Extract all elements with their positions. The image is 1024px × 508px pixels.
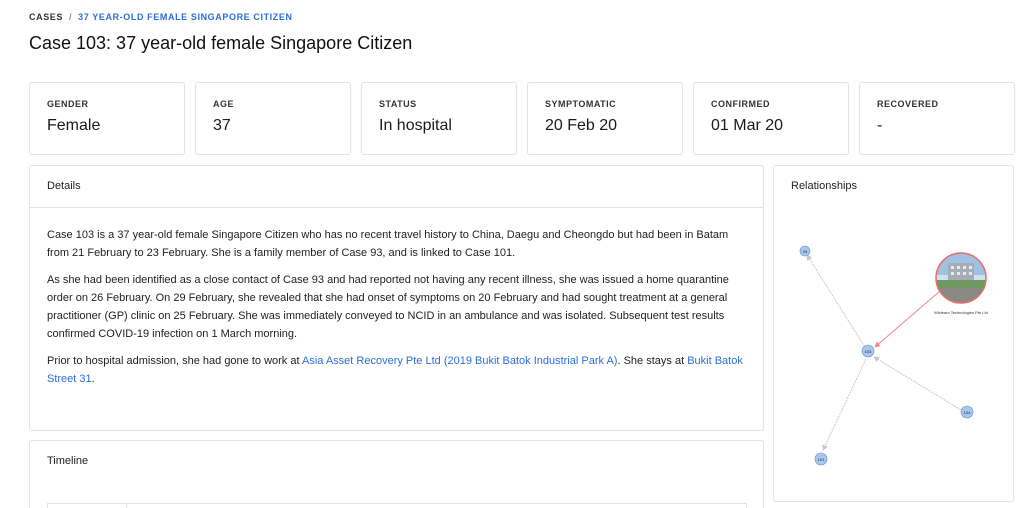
details-body: Case 103 is a 37 year-old female Singapo… (30, 208, 763, 388)
edge-103-93 (806, 254, 869, 353)
timeline-column-divider (126, 504, 127, 508)
stat-label: AGE (213, 99, 235, 109)
stat-value: 37 (213, 117, 231, 134)
node-101-label: 101 (818, 457, 825, 462)
stat-label: GENDER (47, 99, 89, 109)
stat-card-confirmed: CONFIRMED 01 Mar 20 (693, 82, 849, 155)
stat-value: 20 Feb 20 (545, 117, 618, 134)
stat-label: CONFIRMED (711, 99, 770, 109)
stat-label: SYMPTOMATIC (545, 99, 617, 109)
breadcrumb-cases-link[interactable]: CASES (29, 12, 63, 22)
node-104-label: 104 (964, 410, 971, 415)
details-text: . (91, 373, 95, 385)
timeline-heading: Timeline (47, 455, 89, 467)
page-title: Case 103: 37 year-old female Singapore C… (29, 33, 413, 53)
place-node[interactable]: Wizlearn Technologies Pte Ltd (934, 252, 988, 315)
edge-104-103 (873, 356, 967, 414)
details-paragraph-3: Prior to hospital admission, she had gon… (47, 352, 746, 388)
details-text: Prior to hospital admission, she had gon… (47, 355, 302, 367)
stat-card-symptomatic: SYMPTOMATIC 20 Feb 20 (527, 82, 683, 155)
node-101[interactable]: 101 (814, 452, 828, 466)
details-paragraph-2: As she had been identified as a close co… (47, 274, 729, 340)
place-label: Wizlearn Technologies Pte Ltd (934, 310, 988, 315)
node-93[interactable]: 93 (799, 245, 811, 257)
details-text: . She stays at (617, 355, 688, 367)
relationships-panel: Relationships 93 103 104 101 Wizlearn Te… (773, 165, 1014, 502)
node-93-label: 93 (803, 249, 808, 254)
stats-row: GENDER Female AGE 37 STATUS In hospital … (29, 82, 1015, 155)
stat-card-gender: GENDER Female (29, 82, 185, 155)
relationship-graph[interactable]: 93 103 104 101 Wizlearn Technologies Pte… (774, 166, 1015, 503)
edge-place-103 (874, 290, 941, 348)
stat-value: In hospital (379, 117, 452, 134)
stat-value: - (877, 117, 883, 134)
stat-card-status: STATUS In hospital (361, 82, 517, 155)
breadcrumb-separator: / (69, 12, 73, 22)
breadcrumb-current[interactable]: 37 YEAR-OLD FEMALE SINGAPORE CITIZEN (78, 12, 292, 22)
stat-card-age: AGE 37 (195, 82, 351, 155)
details-panel: Details Case 103 is a 37 year-old female… (29, 165, 764, 431)
details-heading: Details (30, 166, 763, 208)
node-103[interactable]: 103 (861, 344, 875, 358)
edge-103-101 (822, 358, 867, 451)
timeline-panel: Timeline (29, 440, 764, 508)
timeline-table (47, 503, 747, 508)
stat-card-recovered: RECOVERED - (859, 82, 1015, 155)
workplace-link[interactable]: Asia Asset Recovery Pte Ltd (2019 Bukit … (302, 355, 618, 367)
stat-label: RECOVERED (877, 99, 939, 109)
stat-value: 01 Mar 20 (711, 117, 784, 134)
details-paragraph-1: Case 103 is a 37 year-old female Singapo… (47, 229, 729, 259)
node-104[interactable]: 104 (960, 405, 974, 419)
breadcrumb: CASES / 37 YEAR-OLD FEMALE SINGAPORE CIT… (29, 12, 293, 22)
stat-value: Female (47, 117, 101, 134)
stat-label: STATUS (379, 99, 417, 109)
node-103-label: 103 (865, 349, 872, 354)
